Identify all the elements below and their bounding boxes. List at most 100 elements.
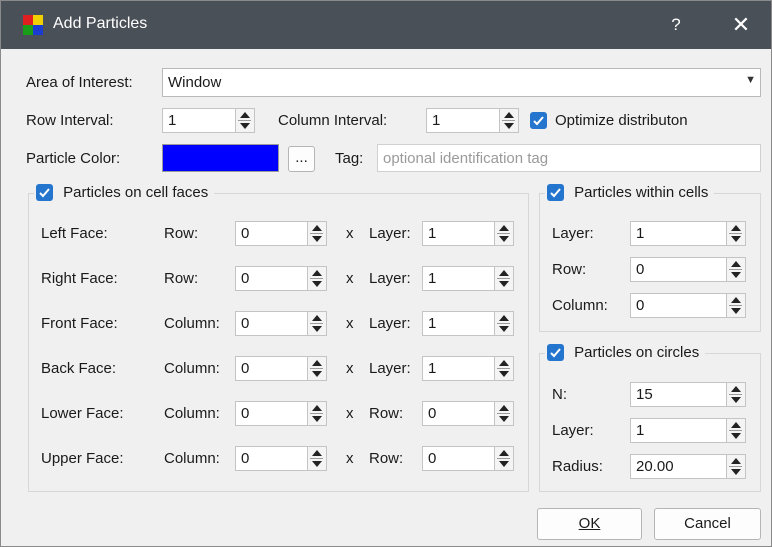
cell-faces-checkbox[interactable] bbox=[36, 183, 53, 201]
browse-color-button[interactable]: ... bbox=[288, 146, 315, 172]
face-second-spinbox[interactable]: 1 bbox=[422, 266, 514, 291]
face-first-value: 0 bbox=[241, 450, 250, 467]
face-times-label: x bbox=[346, 315, 354, 332]
face-first-value: 0 bbox=[241, 360, 250, 377]
spin-arrows-icon[interactable] bbox=[494, 447, 513, 470]
circle-field-spinbox[interactable]: 15 bbox=[630, 382, 746, 407]
within-cells-checkbox[interactable] bbox=[547, 183, 564, 201]
particle-color-swatch[interactable] bbox=[162, 144, 279, 172]
face-first-spinbox[interactable]: 0 bbox=[235, 311, 327, 336]
area-of-interest-value: Window bbox=[168, 74, 222, 91]
spin-arrows-icon[interactable] bbox=[726, 455, 745, 478]
add-particles-dialog: Add Particles ? ✕ Area of Interest: Wind… bbox=[0, 0, 772, 547]
face-first-value: 0 bbox=[241, 270, 250, 287]
checkmark-icon bbox=[533, 116, 544, 126]
circle-field-spinbox[interactable]: 20.00 bbox=[630, 454, 746, 479]
spin-arrows-icon[interactable] bbox=[307, 312, 326, 335]
tag-placeholder: optional identification tag bbox=[383, 150, 549, 167]
spin-arrows-icon[interactable] bbox=[235, 109, 254, 132]
help-button[interactable]: ? bbox=[658, 7, 694, 43]
column-interval-spinbox[interactable]: 1 bbox=[426, 108, 519, 133]
face-name-label: Front Face: bbox=[41, 315, 118, 332]
face-second-value: 0 bbox=[428, 450, 437, 467]
spin-arrows-icon[interactable] bbox=[307, 222, 326, 245]
optimize-checkbox[interactable] bbox=[530, 112, 547, 129]
face-first-label: Column: bbox=[164, 450, 220, 467]
checkmark-icon bbox=[39, 187, 50, 198]
face-second-spinbox[interactable]: 0 bbox=[422, 446, 514, 471]
row-interval-spinbox[interactable]: 1 bbox=[162, 108, 255, 133]
cancel-button[interactable]: Cancel bbox=[654, 508, 761, 540]
face-second-label: Layer: bbox=[369, 360, 411, 377]
spin-arrows-icon[interactable] bbox=[726, 258, 745, 281]
cell-faces-title: Particles on cell faces bbox=[63, 184, 209, 201]
on-circles-checkbox[interactable] bbox=[547, 343, 564, 361]
face-second-value: 1 bbox=[428, 315, 437, 332]
face-second-spinbox[interactable]: 1 bbox=[422, 311, 514, 336]
on-circles-group-header: Particles on circles bbox=[545, 343, 706, 362]
spin-arrows-icon[interactable] bbox=[726, 383, 745, 406]
row-interval-label: Row Interval: bbox=[26, 112, 114, 129]
face-first-value: 0 bbox=[241, 315, 250, 332]
particle-color-label: Particle Color: bbox=[26, 150, 121, 167]
cell-field-spinbox[interactable]: 1 bbox=[630, 221, 746, 246]
circle-field-value: 1 bbox=[636, 422, 645, 439]
checkmark-icon bbox=[550, 347, 561, 358]
tag-input[interactable]: optional identification tag bbox=[377, 144, 761, 172]
face-first-value: 0 bbox=[241, 405, 250, 422]
ok-button[interactable]: OK bbox=[537, 508, 642, 540]
spin-arrows-icon[interactable] bbox=[494, 357, 513, 380]
cell-field-spinbox[interactable]: 0 bbox=[630, 257, 746, 282]
spin-arrows-icon[interactable] bbox=[494, 312, 513, 335]
face-first-spinbox[interactable]: 0 bbox=[235, 221, 327, 246]
circle-field-label: Radius: bbox=[552, 458, 603, 475]
spin-arrows-icon[interactable] bbox=[499, 109, 518, 132]
face-second-spinbox[interactable]: 1 bbox=[422, 221, 514, 246]
cell-field-label: Row: bbox=[552, 261, 587, 278]
face-first-spinbox[interactable]: 0 bbox=[235, 356, 327, 381]
face-first-label: Column: bbox=[164, 405, 220, 422]
spin-arrows-icon[interactable] bbox=[726, 419, 745, 442]
cell-field-spinbox[interactable]: 0 bbox=[630, 293, 746, 318]
checkmark-icon bbox=[550, 187, 561, 198]
face-first-spinbox[interactable]: 0 bbox=[235, 266, 327, 291]
spin-arrows-icon[interactable] bbox=[494, 267, 513, 290]
cell-field-value: 1 bbox=[636, 225, 645, 242]
face-second-spinbox[interactable]: 1 bbox=[422, 356, 514, 381]
face-second-label: Layer: bbox=[369, 270, 411, 287]
cell-field-label: Layer: bbox=[552, 225, 594, 242]
ok-button-label: OK bbox=[578, 515, 601, 532]
area-of-interest-select[interactable]: Window ▼ bbox=[162, 68, 761, 97]
face-times-label: x bbox=[346, 225, 354, 242]
area-of-interest-label: Area of Interest: bbox=[26, 74, 133, 91]
spin-arrows-icon[interactable] bbox=[307, 447, 326, 470]
optimize-label: Optimize distributon bbox=[555, 112, 688, 129]
title-bar: Add Particles ? ✕ bbox=[1, 1, 771, 49]
face-times-label: x bbox=[346, 450, 354, 467]
face-second-spinbox[interactable]: 0 bbox=[422, 401, 514, 426]
spin-arrows-icon[interactable] bbox=[307, 402, 326, 425]
spin-arrows-icon[interactable] bbox=[494, 222, 513, 245]
face-name-label: Left Face: bbox=[41, 225, 108, 242]
face-second-value: 0 bbox=[428, 405, 437, 422]
within-cells-title: Particles within cells bbox=[574, 184, 709, 201]
cell-field-value: 0 bbox=[636, 297, 645, 314]
circle-field-value: 20.00 bbox=[636, 458, 674, 475]
spin-arrows-icon[interactable] bbox=[726, 222, 745, 245]
spin-arrows-icon[interactable] bbox=[726, 294, 745, 317]
face-first-spinbox[interactable]: 0 bbox=[235, 446, 327, 471]
close-button[interactable]: ✕ bbox=[723, 7, 759, 43]
face-times-label: x bbox=[346, 360, 354, 377]
spin-arrows-icon[interactable] bbox=[307, 357, 326, 380]
spin-arrows-icon[interactable] bbox=[494, 402, 513, 425]
face-second-label: Layer: bbox=[369, 225, 411, 242]
face-second-label: Row: bbox=[369, 405, 404, 422]
face-name-label: Lower Face: bbox=[41, 405, 124, 422]
circle-field-spinbox[interactable]: 1 bbox=[630, 418, 746, 443]
face-first-spinbox[interactable]: 0 bbox=[235, 401, 327, 426]
tag-label: Tag: bbox=[335, 150, 364, 167]
window-title: Add Particles bbox=[53, 15, 148, 32]
spin-arrows-icon[interactable] bbox=[307, 267, 326, 290]
within-cells-group-header: Particles within cells bbox=[545, 183, 715, 202]
face-times-label: x bbox=[346, 270, 354, 287]
